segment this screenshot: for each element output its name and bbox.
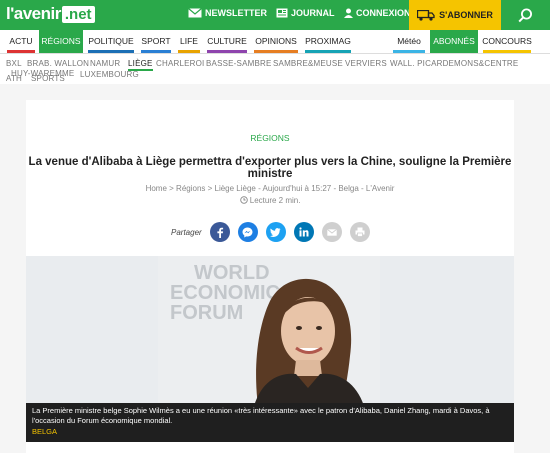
share-twitter-button[interactable]	[265, 222, 286, 242]
newspaper-icon	[276, 8, 288, 18]
clock-icon	[239, 196, 248, 204]
nav-abonnes[interactable]: ABONNÉS	[430, 30, 478, 53]
connexion-label: CONNEXION	[356, 8, 411, 18]
user-icon	[344, 8, 353, 18]
envelope-icon	[188, 8, 202, 18]
article-title: La venue d'Alibaba à Liège permettra d'e…	[28, 156, 512, 180]
truck-icon	[417, 9, 435, 21]
subnav-ath[interactable]: ATH	[6, 74, 22, 83]
wef-line-1: WORLD	[194, 262, 270, 284]
article-breadcrumb: Home > Régions > Liège Liège - Aujourd'h…	[145, 184, 395, 193]
twitter-icon	[270, 227, 281, 237]
subnav-sambre-meuse[interactable]: SAMBRE&MEUSE	[273, 59, 343, 68]
subscribe-button[interactable]: S'ABONNER	[409, 0, 501, 30]
wef-line-3: FORUM	[170, 302, 243, 324]
print-icon	[355, 227, 365, 237]
region-subnav: BXL BRAB. WALLON NAMUR LIÈGE CHARLEROI B…	[0, 54, 550, 84]
subnav-wall-picarde[interactable]: WALL. PICARDE	[390, 59, 454, 68]
main-nav: ACTU RÉGIONS POLITIQUE SPORT LIFE CULTUR…	[0, 30, 550, 54]
caption-text: La Première ministre belge Sophie Wilmès…	[32, 406, 490, 425]
nav-life[interactable]: LIFE	[176, 30, 202, 53]
subnav-namur[interactable]: NAMUR	[90, 59, 120, 68]
nav-concours[interactable]: CONCOURS	[481, 30, 533, 53]
subnav-mons-centre[interactable]: MONS&CENTRE	[454, 59, 518, 68]
nav-politique[interactable]: POLITIQUE	[86, 30, 136, 53]
subnav-brab-wallon[interactable]: BRAB. WALLON	[27, 59, 89, 68]
connexion-link[interactable]: CONNEXION	[344, 8, 411, 18]
nav-sport[interactable]: SPORT	[139, 30, 173, 53]
subnav-verviers[interactable]: VERVIERS	[345, 59, 387, 68]
facebook-icon	[217, 227, 223, 238]
journal-link[interactable]: JOURNAL	[276, 8, 335, 18]
reading-time-label: Lecture 2 min.	[249, 196, 301, 205]
site-logo[interactable]: l'avenir .net	[6, 4, 95, 24]
nav-regions[interactable]: RÉGIONS	[39, 30, 83, 53]
share-bar: Partager	[171, 222, 378, 242]
subnav-charleroi[interactable]: CHARLEROI	[156, 59, 204, 68]
share-label: Partager	[171, 227, 202, 237]
article-category[interactable]: RÉGIONS	[26, 133, 514, 143]
linkedin-icon	[299, 227, 309, 237]
newsletter-link[interactable]: NEWSLETTER	[188, 8, 267, 18]
logo-suffix: .net	[61, 5, 95, 23]
top-bar: l'avenir .net NEWSLETTER JOURNAL CONNEXI…	[0, 0, 550, 30]
subnav-luxembourg[interactable]: LUXEMBOURG	[80, 70, 139, 79]
subnav-bxl[interactable]: BXL	[6, 59, 22, 68]
photo-caption: La Première ministre belge Sophie Wilmès…	[26, 403, 514, 442]
nav-culture[interactable]: CULTURE	[205, 30, 249, 53]
search-button[interactable]	[501, 0, 550, 30]
share-facebook-button[interactable]	[209, 222, 230, 242]
article-photo[interactable]: WORLD ECONOMIC FORUM	[158, 256, 380, 406]
article-card: RÉGIONS La venue d'Alibaba à Liège perme…	[26, 100, 514, 453]
subscribe-label: S'ABONNER	[439, 10, 493, 20]
subnav-liege[interactable]: LIÈGE	[128, 59, 153, 71]
photo-credit: BELGA	[32, 427, 58, 436]
article-media: WORLD ECONOMIC FORUM La Première ministr…	[26, 256, 514, 442]
share-linkedin-button[interactable]	[293, 222, 314, 242]
messenger-icon	[242, 227, 253, 237]
nav-opinions[interactable]: OPINIONS	[252, 30, 300, 53]
logo-text: l'avenir	[6, 4, 61, 23]
wef-line-2: ECONOMIC	[170, 282, 280, 304]
share-messenger-button[interactable]	[237, 222, 258, 242]
newsletter-label: NEWSLETTER	[205, 8, 267, 18]
nav-meteo[interactable]: Météo	[391, 30, 427, 53]
subnav-sports[interactable]: SPORTS	[31, 74, 65, 83]
nav-actu[interactable]: ACTU	[5, 30, 37, 53]
photo-illustration: WORLD ECONOMIC FORUM	[158, 256, 380, 406]
subnav-basse-sambre[interactable]: BASSE-SAMBRE	[206, 59, 272, 68]
mail-icon	[326, 228, 337, 236]
reading-time: Lecture 2 min.	[26, 196, 514, 205]
share-print-button[interactable]	[349, 222, 370, 242]
nav-proximag[interactable]: PROXIMAG	[303, 30, 353, 53]
share-email-button[interactable]	[321, 222, 342, 242]
journal-label: JOURNAL	[291, 8, 335, 18]
search-icon	[518, 8, 532, 22]
